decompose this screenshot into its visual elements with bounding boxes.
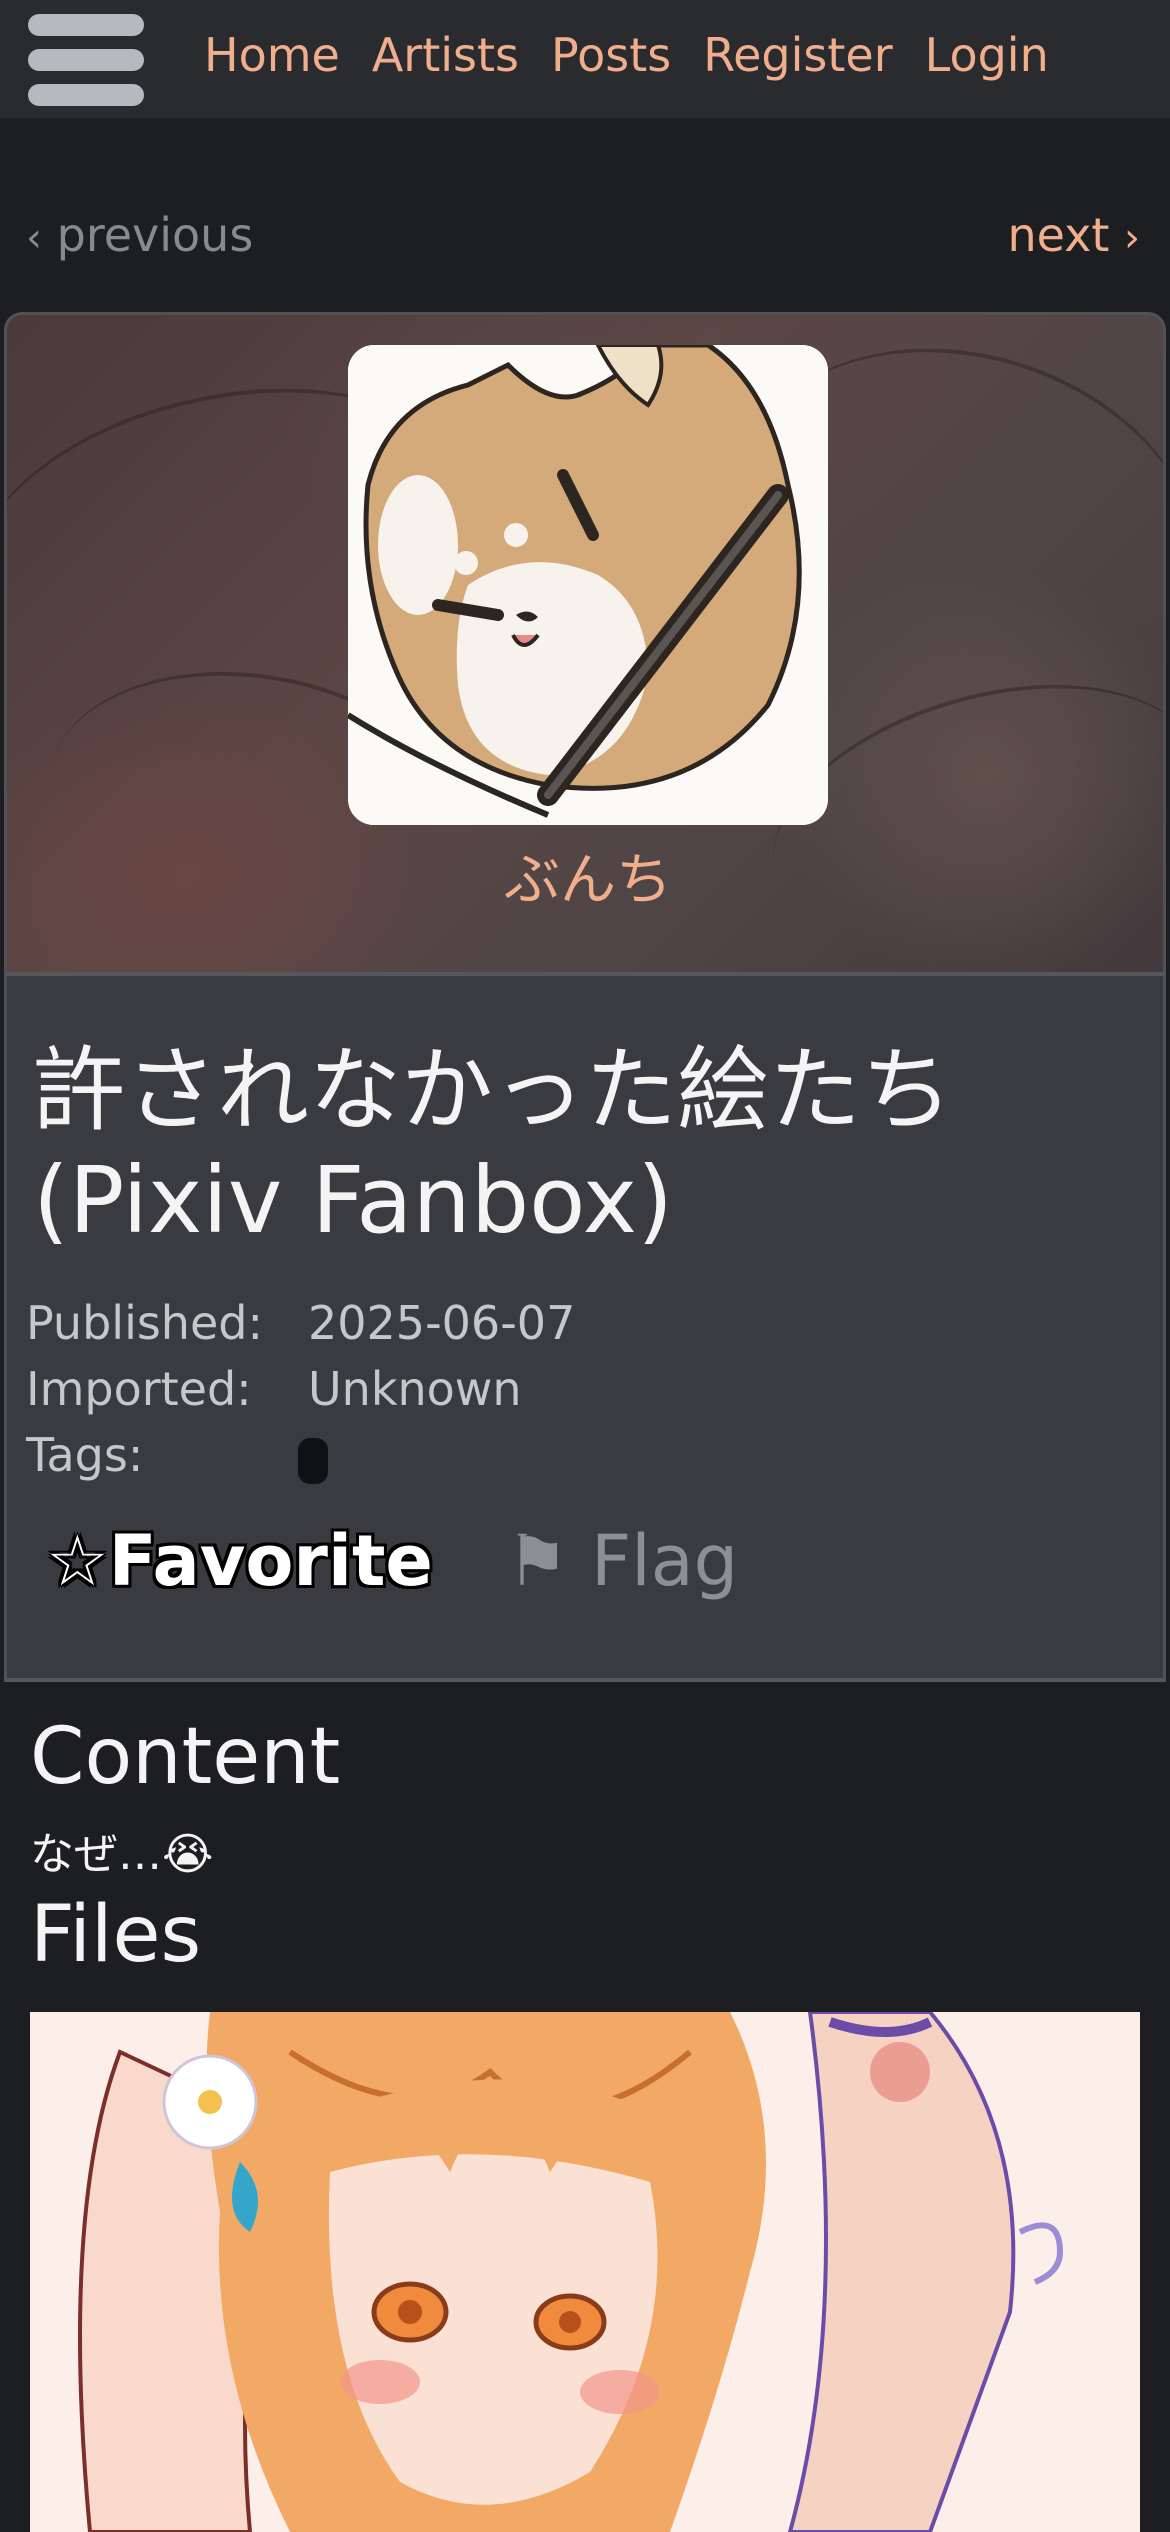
published-value: 2025-06-07 — [308, 1296, 576, 1350]
artist-name-link[interactable]: ぶんち — [7, 835, 1163, 916]
flag-button[interactable]: ⚑ Flag — [506, 1520, 738, 1602]
previous-post-link[interactable]: ‹ previous — [26, 208, 253, 262]
files-heading: Files — [30, 1890, 202, 1980]
tags-label: Tags: — [26, 1428, 144, 1482]
artist-avatar[interactable] — [348, 345, 828, 825]
hamburger-menu-icon[interactable] — [28, 14, 144, 106]
post-paginator: ‹ previous next › — [0, 196, 1170, 280]
flag-label: Flag — [591, 1520, 739, 1602]
anime-illustration-image — [30, 2012, 1140, 2532]
chevron-left-icon: ‹ — [26, 215, 42, 261]
nav-login-link[interactable]: Login — [925, 26, 1049, 84]
next-post-link[interactable]: next › — [1007, 208, 1140, 262]
content-text: なぜ…😭 — [30, 1829, 214, 1880]
next-label: next — [1007, 208, 1110, 262]
content-heading: Content — [30, 1712, 341, 1802]
imported-value: Unknown — [308, 1362, 522, 1416]
chevron-right-icon: › — [1124, 215, 1140, 261]
post-title: 許されなかった絵たち (Pixiv Fanbox) — [33, 1037, 954, 1254]
shiba-dog-avatar-icon — [348, 345, 828, 825]
favorite-button[interactable]: ☆Favorite — [46, 1520, 433, 1602]
nav-posts-link[interactable]: Posts — [551, 26, 671, 84]
nav-register-link[interactable]: Register — [703, 26, 892, 84]
tag-pill[interactable] — [298, 1438, 328, 1484]
published-label: Published: — [26, 1296, 263, 1350]
nav-artists-link[interactable]: Artists — [372, 26, 519, 84]
top-navbar: Home Artists Posts Register Login — [0, 0, 1170, 118]
flag-icon: ⚑ — [506, 1520, 569, 1602]
nav-links: Home Artists Posts Register Login — [204, 26, 1049, 84]
artist-banner: ぶんち — [4, 312, 1166, 972]
imported-label: Imported: — [26, 1362, 252, 1416]
post-file-image[interactable] — [30, 2012, 1140, 2532]
nav-home-link[interactable]: Home — [204, 26, 340, 84]
previous-label: previous — [56, 208, 254, 262]
